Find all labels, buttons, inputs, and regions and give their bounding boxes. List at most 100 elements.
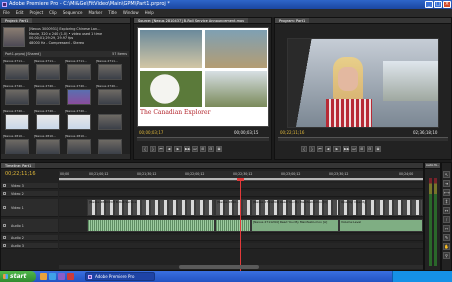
taskbar-item-premiere[interactable]: Adobe Premiere Pro (85, 272, 155, 281)
close-button[interactable]: × (443, 1, 451, 8)
project-bin-item[interactable]: [Nexus 2740... (3, 109, 33, 132)
project-bin-item[interactable]: [Nexus 2740... (34, 109, 64, 132)
tab-project[interactable]: Project: Part1 (1, 18, 33, 23)
audio-clip[interactable] (215, 219, 251, 232)
play-icon[interactable]: ▶ (174, 145, 182, 152)
track-lane[interactable] (59, 191, 423, 197)
program-timecode[interactable]: 00;22;11;16 (280, 130, 304, 136)
menu-file[interactable]: File (3, 9, 10, 17)
quicklaunch-icon[interactable] (40, 273, 47, 280)
ripple-edit-tool-icon[interactable]: ⟷ (443, 189, 450, 196)
overlay-icon[interactable]: ⊟ (208, 145, 214, 152)
prog-frame-back-icon[interactable]: ◀ (325, 145, 331, 152)
track-lane[interactable]: [Nexus 2711294] Read You My Manifesto.mo… (59, 219, 423, 233)
menu-project[interactable]: Project (29, 9, 43, 17)
track-header[interactable]: Video 3 (1, 183, 58, 189)
menu-title[interactable]: Title (108, 9, 117, 17)
timeline-zoom-scrollbar[interactable] (59, 265, 423, 269)
quicklaunch-icon[interactable] (49, 273, 56, 280)
quicklaunch-icon[interactable] (67, 273, 74, 280)
extract-icon[interactable]: ⊟ (367, 145, 373, 152)
mark-out-icon[interactable]: } (150, 145, 156, 152)
prog-mark-in-icon[interactable]: { (301, 145, 307, 152)
step-forward-icon[interactable]: ⏭ (192, 145, 198, 152)
prog-step-back-icon[interactable]: ⏮ (317, 145, 323, 152)
track-select-tool-icon[interactable]: ⇥ (443, 180, 450, 187)
speaker-icon[interactable] (3, 224, 6, 227)
zoom-tool-icon[interactable]: ⚲ (443, 252, 450, 259)
clip-preview-thumbnail[interactable] (3, 27, 25, 47)
menu-window[interactable]: Window (123, 9, 139, 17)
mark-in-icon[interactable]: { (142, 145, 148, 152)
selection-tool-icon[interactable]: ↖ (443, 171, 450, 178)
menu-clip[interactable]: Clip (49, 9, 57, 17)
rolling-edit-tool-icon[interactable]: ‡ (443, 198, 450, 205)
project-bin-item[interactable]: [Nexus 2740... (96, 84, 126, 107)
eye-icon[interactable] (3, 192, 6, 195)
project-bin-item[interactable]: [Nexus 2711... (65, 59, 95, 82)
track-header[interactable]: Video 1 (1, 199, 58, 217)
video-clip[interactable]: [Nexus 2810437] B-Roll Service (87, 199, 215, 216)
project-bin-item[interactable] (96, 109, 126, 132)
prog-mark-out-icon[interactable]: } (309, 145, 315, 152)
prog-frame-forward-icon[interactable]: ▶▶ (343, 145, 349, 152)
prog-step-forward-icon[interactable]: ⏭ (351, 145, 357, 152)
video-clip[interactable]: [Nexus 2711294] Read You My Manifesto.mo… (251, 199, 339, 216)
insert-icon[interactable]: ⊞ (200, 145, 206, 152)
export-frame-icon[interactable]: ▣ (216, 145, 222, 152)
slip-tool-icon[interactable]: ⇿ (443, 225, 450, 232)
source-timecode[interactable]: 00;00;03;17 (139, 130, 163, 136)
tab-audio-meters[interactable]: Audio M... (425, 163, 440, 168)
tab-program[interactable]: Program: Part1 (275, 18, 310, 23)
hand-tool-icon[interactable]: ✋ (443, 243, 450, 250)
quicklaunch-icon[interactable] (58, 273, 65, 280)
track-lane[interactable] (59, 243, 423, 249)
scroll-thumb[interactable] (179, 265, 259, 269)
speaker-icon[interactable] (3, 244, 6, 247)
project-bin-item[interactable]: [Nexus 2740... (34, 84, 64, 107)
audio-clip[interactable]: [Nexus 2711294] Read You My Manifesto.mo… (251, 219, 339, 232)
track-header[interactable]: Audio 2 (1, 235, 58, 241)
program-time-ruler[interactable] (278, 137, 448, 141)
audio-clip[interactable] (87, 219, 215, 232)
track-lane[interactable]: [Nexus 2810437] B-Roll Service [Nexus 28… (59, 199, 423, 217)
frame-forward-icon[interactable]: ▶▶ (184, 145, 190, 152)
track-header[interactable]: Video 2 (1, 191, 58, 197)
minimize-button[interactable]: _ (425, 1, 433, 8)
menu-sequence[interactable]: Sequence (63, 9, 83, 17)
playhead-line[interactable] (240, 180, 241, 272)
project-bin-item[interactable]: [Nexus 2740... (65, 109, 95, 132)
project-bin-item[interactable]: [Nexus 2711... (3, 59, 33, 82)
menu-marker[interactable]: Marker (88, 9, 102, 17)
rate-stretch-tool-icon[interactable]: ↔ (443, 207, 450, 214)
menu-help[interactable]: Help (145, 9, 154, 17)
frame-back-icon[interactable]: ◀ (166, 145, 172, 152)
step-back-icon[interactable]: ⏮ (158, 145, 164, 152)
track-lane[interactable] (59, 183, 423, 189)
track-header[interactable]: Audio 3 (1, 243, 58, 249)
eye-icon[interactable] (3, 206, 6, 209)
video-clip[interactable]: [Nexus 2810... (215, 199, 251, 216)
track-header[interactable]: Audio 1 (1, 219, 58, 233)
video-clip[interactable]: Opacity: Opacity (339, 199, 423, 216)
timeline-timecode[interactable]: 00;22;11;16 (5, 171, 36, 177)
maximize-button[interactable]: □ (434, 1, 442, 8)
eye-icon[interactable] (3, 184, 6, 187)
razor-tool-icon[interactable]: ⧸ (443, 216, 450, 223)
project-bin-item[interactable]: [Nexus 2711... (96, 59, 126, 82)
tab-timeline[interactable]: Timeline: Part1 (1, 163, 36, 168)
prog-play-icon[interactable]: ▶ (333, 145, 341, 152)
tab-source[interactable]: Source: [Nexus 2810437] B-Roll Service A… (134, 18, 249, 23)
source-time-ruler[interactable] (137, 137, 269, 141)
project-bin-item[interactable]: [Nexus 2711... (34, 59, 64, 82)
project-bin-item[interactable]: [Nexus 2740... (65, 84, 95, 107)
project-bin-item[interactable]: [Nexus 2740... (3, 84, 33, 107)
track-lane[interactable] (59, 235, 423, 241)
start-button[interactable]: start (0, 271, 36, 282)
menu-edit[interactable]: Edit (16, 9, 24, 17)
pen-tool-icon[interactable]: ✎ (443, 234, 450, 241)
audio-clip[interactable]: Volume:Level (339, 219, 423, 232)
lift-icon[interactable]: ⊞ (359, 145, 365, 152)
prog-export-frame-icon[interactable]: ▣ (375, 145, 381, 152)
speaker-icon[interactable] (3, 236, 6, 239)
